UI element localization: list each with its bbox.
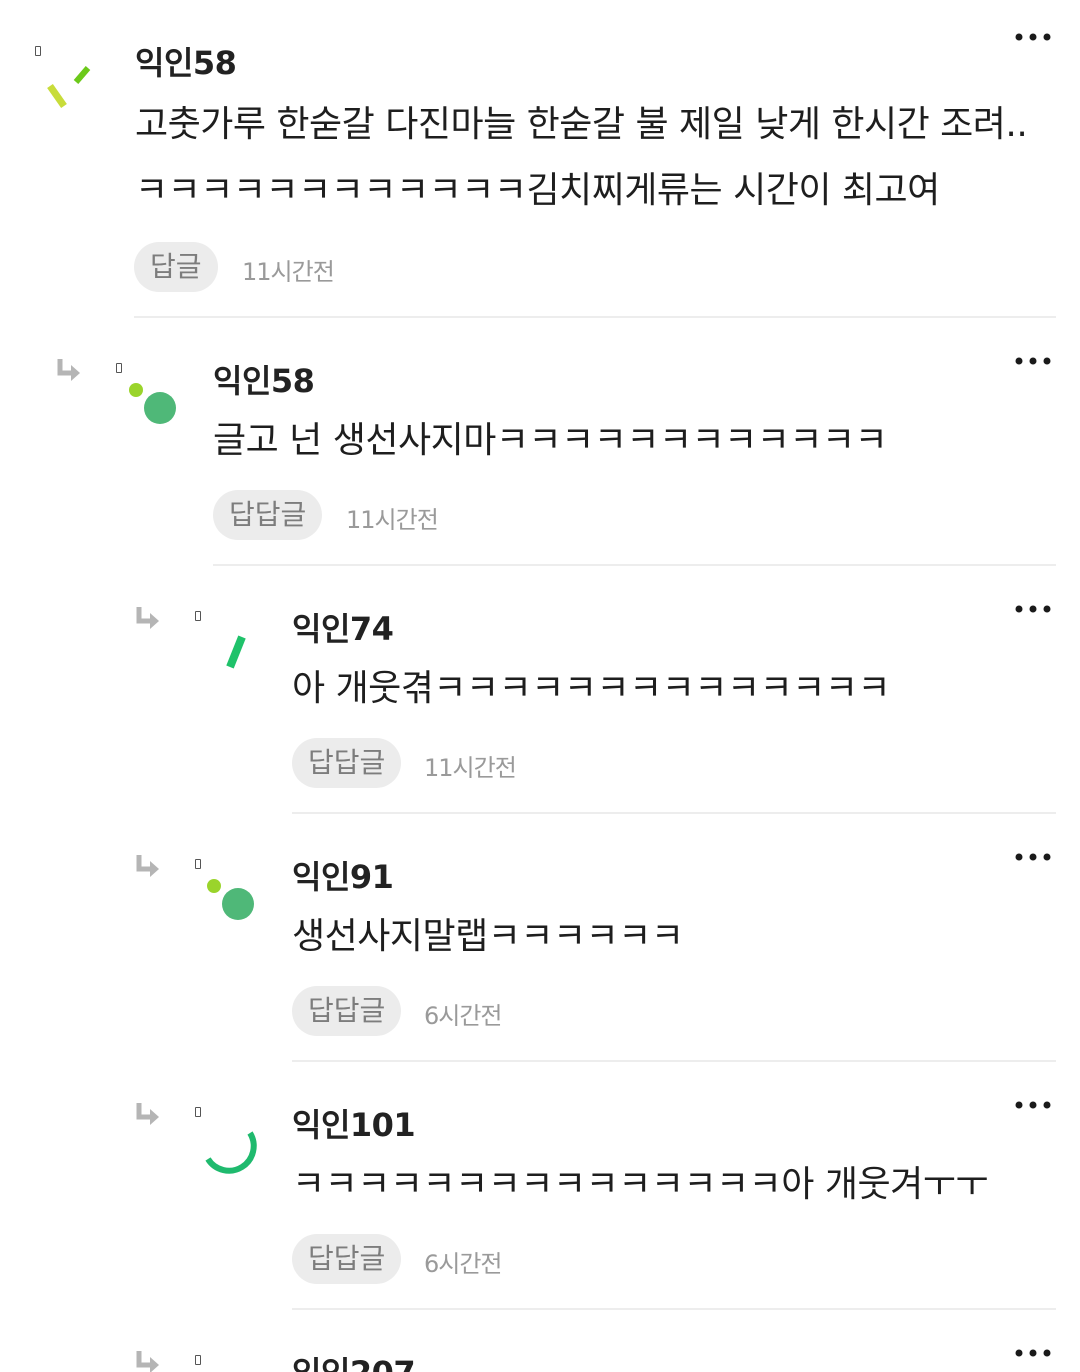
more-dots-icon[interactable]	[1014, 1098, 1052, 1112]
reply-button[interactable]: 답글	[134, 242, 218, 292]
comment: 익인58 고춧가루 한숟갈 다진마늘 한숟갈 불 제일 낮게 한시간 조려.. …	[0, 0, 1080, 318]
badge-icon	[195, 611, 201, 621]
reply-arrow-icon	[136, 1351, 159, 1372]
avatar	[207, 879, 254, 920]
badge-icon	[195, 1107, 201, 1117]
more-dots-icon[interactable]	[1014, 30, 1052, 44]
comment-text: 생선사지말랩ㅋㅋㅋㅋㅋㅋ	[292, 904, 1050, 970]
reply-arrow-icon	[136, 1103, 159, 1125]
avatar	[205, 1131, 257, 1174]
comment-reply: 익인74 아 개웃겪ㅋㅋㅋㅋㅋㅋㅋㅋㅋㅋㅋㅋㅋㅋ 답답글 11시간전	[0, 566, 1080, 814]
avatar	[47, 66, 91, 109]
comment-text-line: ㅋㅋㅋㅋㅋㅋㅋㅋㅋㅋㅋㅋㅋㅋㅋ아 개웃겨ㅜㅜ	[292, 1164, 988, 1205]
badge-icon	[116, 363, 122, 373]
more-dots-icon[interactable]	[1014, 850, 1052, 864]
comment-text: 글고 넌 생선사지마ㅋㅋㅋㅋㅋㅋㅋㅋㅋㅋㅋㅋ	[213, 408, 1050, 474]
comment-time: 6시간전	[424, 1250, 503, 1278]
comment-nickname[interactable]: 익인207	[292, 1348, 416, 1372]
reply-button[interactable]: 답답글	[213, 490, 323, 540]
reply-arrow-icon	[136, 607, 159, 629]
comment-nickname[interactable]: 익인91	[292, 852, 394, 898]
comment-time: 11시간전	[346, 506, 439, 534]
comment-nickname[interactable]: 익인101	[292, 1100, 416, 1146]
reply-button[interactable]: 답답글	[292, 986, 402, 1036]
reply-arrow-icon	[136, 855, 159, 877]
comment-text: ㅋㅋㅋㅋㅋㅋㅋㅋㅋㅋㅋㅋㅋㅋㅋ아 개웃겨ㅜㅜ	[292, 1152, 1050, 1218]
comment-nickname[interactable]: 익인74	[292, 604, 394, 650]
comment-text-line: 고춧가루 한숟갈 다진마늘 한숟갈 불 제일 낮게 한시간 조려..	[135, 104, 1028, 145]
more-dots-icon[interactable]	[1014, 602, 1052, 616]
badge-icon	[35, 46, 41, 56]
comment-time: 6시간전	[424, 1002, 503, 1030]
comment-reply: 익인207	[0, 1310, 1080, 1372]
avatar	[226, 635, 246, 669]
badge-icon	[195, 859, 201, 869]
comment-reply: 익인58 글고 넌 생선사지마ㅋㅋㅋㅋㅋㅋㅋㅋㅋㅋㅋㅋ 답답글 11시간전	[0, 318, 1080, 566]
comment-nickname[interactable]: 익인58	[135, 38, 237, 84]
reply-button[interactable]: 답답글	[292, 738, 402, 788]
reply-button[interactable]: 답답글	[292, 1234, 402, 1284]
comment-text: 고춧가루 한숟갈 다진마늘 한숟갈 불 제일 낮게 한시간 조려.. ㅋㅋㅋㅋㅋ…	[135, 92, 1050, 224]
comment-reply: 익인91 생선사지말랩ㅋㅋㅋㅋㅋㅋ 답답글 6시간전	[0, 814, 1080, 1062]
badge-icon	[195, 1355, 201, 1365]
comment-text-line: 아 개웃겪ㅋㅋㅋㅋㅋㅋㅋㅋㅋㅋㅋㅋㅋㅋ	[292, 668, 891, 709]
comment-text-line: 생선사지말랩ㅋㅋㅋㅋㅋㅋ	[292, 916, 684, 957]
comment-nickname[interactable]: 익인58	[213, 356, 315, 402]
comment-text-line: 글고 넌 생선사지마ㅋㅋㅋㅋㅋㅋㅋㅋㅋㅋㅋㅋ	[213, 420, 888, 461]
comment-text: 아 개웃겪ㅋㅋㅋㅋㅋㅋㅋㅋㅋㅋㅋㅋㅋㅋ	[292, 656, 1050, 722]
more-dots-icon[interactable]	[1014, 354, 1052, 368]
comment-time: 11시간전	[242, 258, 335, 286]
comment-text-line: ㅋㅋㅋㅋㅋㅋㅋㅋㅋㅋㅋㅋ김치찌게류는 시간이 최고여	[135, 170, 940, 211]
comment-time: 11시간전	[424, 754, 517, 782]
comment-list: 익인58 고춧가루 한숟갈 다진마늘 한숟갈 불 제일 낮게 한시간 조려.. …	[0, 0, 1080, 1372]
avatar	[129, 383, 176, 424]
comment-reply: 익인101 ㅋㅋㅋㅋㅋㅋㅋㅋㅋㅋㅋㅋㅋㅋㅋ아 개웃겨ㅜㅜ 답답글 6시간전	[0, 1062, 1080, 1310]
reply-arrow-icon	[57, 359, 80, 381]
more-dots-icon[interactable]	[1014, 1346, 1052, 1360]
